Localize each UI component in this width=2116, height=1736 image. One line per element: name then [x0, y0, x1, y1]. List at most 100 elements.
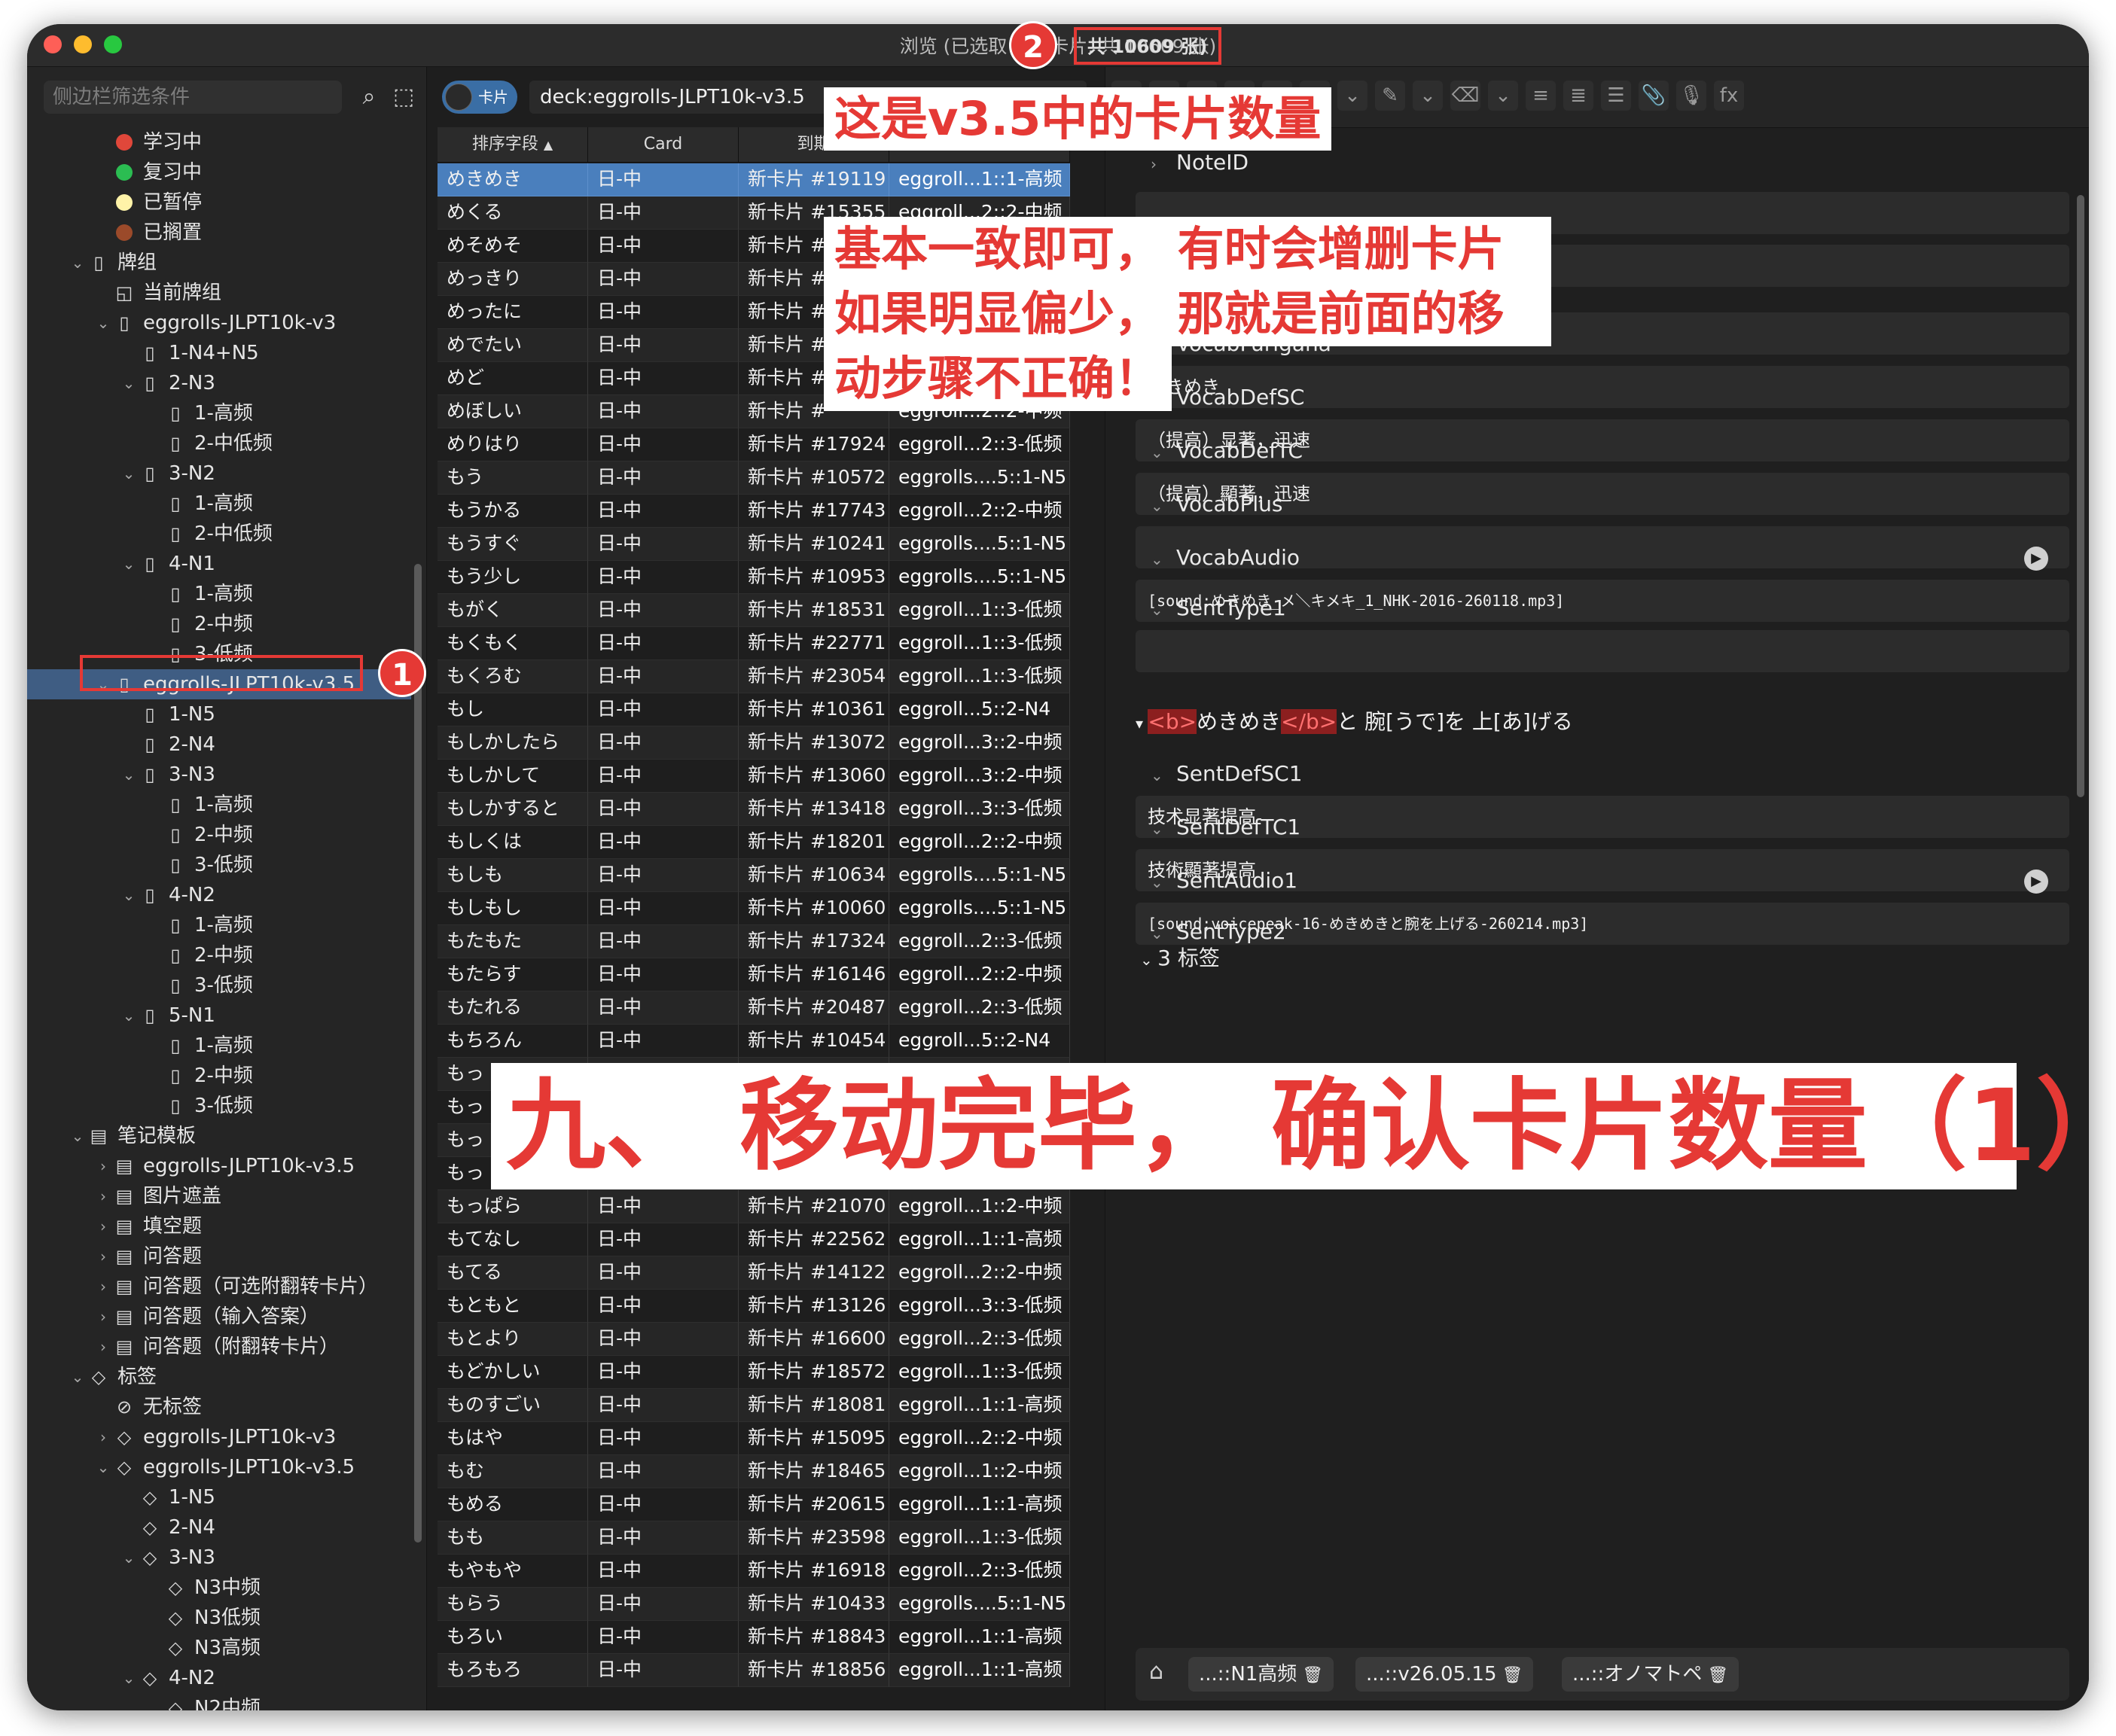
chevron-down-icon[interactable]: ⌄ [120, 368, 137, 398]
sentence-field[interactable]: ▾ <b>めきめき</b>と 腕[うで]を 上[あ]げる [1136, 699, 2069, 745]
table-row[interactable]: もしかすると 日-中 新卡片 #13418 eggroll...3::3-低频 [438, 793, 1070, 826]
sidebar-scrollbar[interactable] [414, 564, 422, 1543]
sidebar-item[interactable]: ◇ 2-N4 [27, 1512, 411, 1543]
select-tool-icon[interactable]: ⬚ [387, 81, 420, 114]
text-color-menu[interactable]: ⌄ [1337, 81, 1367, 111]
sidebar-search-input[interactable]: 侧边栏筛选条件 [44, 81, 342, 114]
trash-icon[interactable]: 🗑 [1496, 1666, 1523, 1685]
play-audio-icon[interactable]: ▶ [2024, 547, 2048, 571]
chevron-right-icon[interactable]: › [95, 1181, 111, 1211]
table-row[interactable]: もがく 日-中 新卡片 #18531 eggroll...1::3-低频 [438, 594, 1070, 627]
table-row[interactable]: もうすぐ 日-中 新卡片 #10241 eggrolls....5::1-N5 [438, 528, 1070, 561]
sidebar-item[interactable]: ◱ 当前牌组 [27, 278, 411, 308]
chevron-down-icon[interactable]: ⌄ [1151, 497, 1176, 515]
table-row[interactable]: もむ 日-中 新卡片 #18465 eggroll...1::2-中频 [438, 1455, 1070, 1488]
table-row[interactable]: めりはり 日-中 新卡片 #17924 eggroll...2::3-低频 [438, 428, 1070, 461]
chevron-down-icon[interactable]: ⌄ [120, 1543, 137, 1573]
table-row[interactable]: もどかしい 日-中 新卡片 #18572 eggroll...1::3-低频 [438, 1356, 1070, 1389]
clear-format-button[interactable]: ⌫ [1450, 81, 1480, 111]
table-row[interactable]: もてなし 日-中 新卡片 #22562 eggroll...1::1-高频 [438, 1223, 1070, 1256]
collapse-arrow-icon[interactable]: ▾ [1136, 714, 1148, 732]
sidebar-item[interactable]: 复习中 [27, 157, 411, 187]
sidebar-item[interactable]: ⌄ ▯ 5-N1 [27, 1000, 411, 1031]
table-row[interactable]: ものすごい 日-中 新卡片 #18081 eggroll...1::1-高频 [438, 1389, 1070, 1422]
chevron-down-icon[interactable]: ⌄ [120, 549, 137, 579]
sidebar-item[interactable]: ▯ 3-低频 [27, 850, 411, 880]
chevron-down-icon[interactable]: ⌄ [69, 248, 86, 278]
tag-chip[interactable]: ...::N1高频 🗑 [1188, 1657, 1334, 1692]
sidebar-item[interactable]: ▯ 1-N4+N5 [27, 338, 411, 368]
sidebar-item[interactable]: ▯ 3-低频 [27, 970, 411, 1000]
field-label[interactable]: ⌄ SentDefTC1 [1151, 815, 1300, 839]
table-row[interactable]: もちろん 日-中 新卡片 #10454 eggroll...5::2-N4 [438, 1025, 1070, 1058]
sidebar-item[interactable]: ◇ 1-N5 [27, 1482, 411, 1512]
sidebar-item[interactable]: ▯ 2-中频 [27, 609, 411, 639]
table-row[interactable]: もたもた 日-中 新卡片 #17324 eggroll...2::3-低频 [438, 925, 1070, 958]
sidebar-item[interactable]: ⌄ ▯ 4-N2 [27, 880, 411, 910]
sidebar-item[interactable]: ▯ 2-中低频 [27, 428, 411, 458]
sidebar-item[interactable]: ▯ 2-中低频 [27, 519, 411, 549]
play-audio-icon[interactable]: ▶ [2024, 870, 2048, 894]
field-label[interactable]: ⌄ VocabAudio [1151, 545, 1300, 570]
field-label[interactable]: ⌄ SentAudio1 [1151, 868, 1297, 893]
bullet-list-button[interactable]: ≡ [1526, 81, 1556, 111]
sidebar-item[interactable]: ⌄ ◇ eggrolls-JLPT10k-v3.5 [27, 1452, 411, 1482]
field-input[interactable] [1136, 630, 2069, 672]
sidebar-item[interactable]: ⌄ ▯ 牌组 [27, 248, 411, 278]
highlight-button[interactable]: ✎ [1375, 81, 1405, 111]
numbered-list-button[interactable]: ≣ [1563, 81, 1593, 111]
sidebar-item[interactable]: ⌄ ▯ 3-N2 [27, 458, 411, 489]
sidebar-item[interactable]: ⌄ ▯ 4-N1 [27, 549, 411, 579]
table-row[interactable]: めきめき 日-中 新卡片 #19119 eggroll...1::1-高频 [438, 163, 1070, 196]
sidebar-item[interactable]: ▯ 1-高频 [27, 398, 411, 428]
field-label[interactable]: ⌄ VocabPlus [1151, 492, 1282, 516]
table-row[interactable]: もし 日-中 新卡片 #10361 eggroll...5::2-N4 [438, 693, 1070, 726]
sidebar-item[interactable]: › ▤ 问答题（可选附翻转卡片） [27, 1272, 411, 1302]
align-button[interactable]: ☰ [1601, 81, 1631, 111]
chevron-down-icon[interactable]: ⌄ [120, 760, 137, 790]
chevron-down-icon[interactable]: ⌄ [1151, 766, 1176, 784]
field-label[interactable]: ⌄ SentType1 [1151, 595, 1286, 620]
highlight-menu[interactable]: ⌄ [1413, 81, 1443, 111]
sidebar-item[interactable]: ⌄ ▯ 2-N3 [27, 368, 411, 398]
chevron-right-icon[interactable]: › [95, 1151, 111, 1181]
attach-button[interactable]: 📎 [1639, 81, 1669, 111]
chevron-right-icon[interactable]: › [95, 1272, 111, 1302]
field-label[interactable]: › NoteID [1151, 150, 1249, 175]
chevron-down-icon[interactable]: ⌄ [120, 880, 137, 910]
chevron-down-icon[interactable]: ⌄ [1140, 951, 1157, 969]
table-row[interactable]: もともと 日-中 新卡片 #13126 eggroll...3::3-低频 [438, 1290, 1070, 1323]
chevron-right-icon[interactable]: › [95, 1302, 111, 1332]
tag-chip[interactable]: ...::v26.05.15 🗑 [1355, 1657, 1534, 1692]
table-row[interactable]: もろもろ 日-中 新卡片 #18856 eggroll...1::1-高频 [438, 1654, 1070, 1687]
table-row[interactable]: もとより 日-中 新卡片 #16600 eggroll...2::3-低频 [438, 1323, 1070, 1356]
chevron-right-icon[interactable]: › [95, 1241, 111, 1272]
sidebar-item[interactable]: ⌄ ▯ eggrolls-JLPT10k-v3 [27, 308, 411, 338]
table-row[interactable]: もやもや 日-中 新卡片 #16918 eggroll...2::3-低频 [438, 1555, 1070, 1588]
table-row[interactable]: もも 日-中 新卡片 #23598 eggroll...1::3-低频 [438, 1521, 1070, 1555]
field-label[interactable]: ⌄ SentType2 [1151, 919, 1286, 944]
sidebar-item[interactable]: ◇ N2中频 [27, 1693, 411, 1710]
chevron-down-icon[interactable]: ⌄ [120, 1000, 137, 1031]
sidebar-item[interactable]: 学习中 [27, 127, 411, 157]
table-row[interactable]: もたらす 日-中 新卡片 #16146 eggroll...2::2-中频 [438, 958, 1070, 991]
sidebar-item[interactable]: › ◇ eggrolls-JLPT10k-v3 [27, 1422, 411, 1452]
cards-notes-toggle[interactable]: 卡片 [442, 81, 517, 114]
sidebar-item[interactable]: › ▤ eggrolls-JLPT10k-v3.5 [27, 1151, 411, 1181]
chevron-down-icon[interactable]: ⌄ [1151, 443, 1176, 461]
sidebar-item[interactable]: ▯ 3-低频 [27, 1091, 411, 1121]
sidebar-item[interactable]: ▯ 1-高频 [27, 910, 411, 940]
field-label[interactable]: ⌄ SentDefSC1 [1151, 761, 1303, 786]
sidebar-item[interactable]: ▯ 1-N5 [27, 699, 411, 729]
sidebar-item[interactable]: ⌄ ◇ 3-N3 [27, 1543, 411, 1573]
chevron-down-icon[interactable]: ⌄ [120, 1663, 137, 1693]
sidebar-item[interactable]: › ▤ 问答题 [27, 1241, 411, 1272]
chevron-down-icon[interactable]: ⌄ [95, 308, 111, 338]
trash-icon[interactable]: 🗑 [1702, 1666, 1728, 1685]
sidebar-item[interactable]: ⌄ ◇ 4-N2 [27, 1663, 411, 1693]
chevron-down-icon[interactable]: ⌄ [1151, 601, 1176, 619]
sidebar-item[interactable]: › ▤ 填空题 [27, 1211, 411, 1241]
sidebar-item[interactable]: ▯ 2-中频 [27, 1061, 411, 1091]
sidebar-item[interactable]: 已暂停 [27, 187, 411, 218]
table-row[interactable]: もっぱら 日-中 新卡片 #21070 eggroll...1::2-中频 [438, 1190, 1070, 1223]
